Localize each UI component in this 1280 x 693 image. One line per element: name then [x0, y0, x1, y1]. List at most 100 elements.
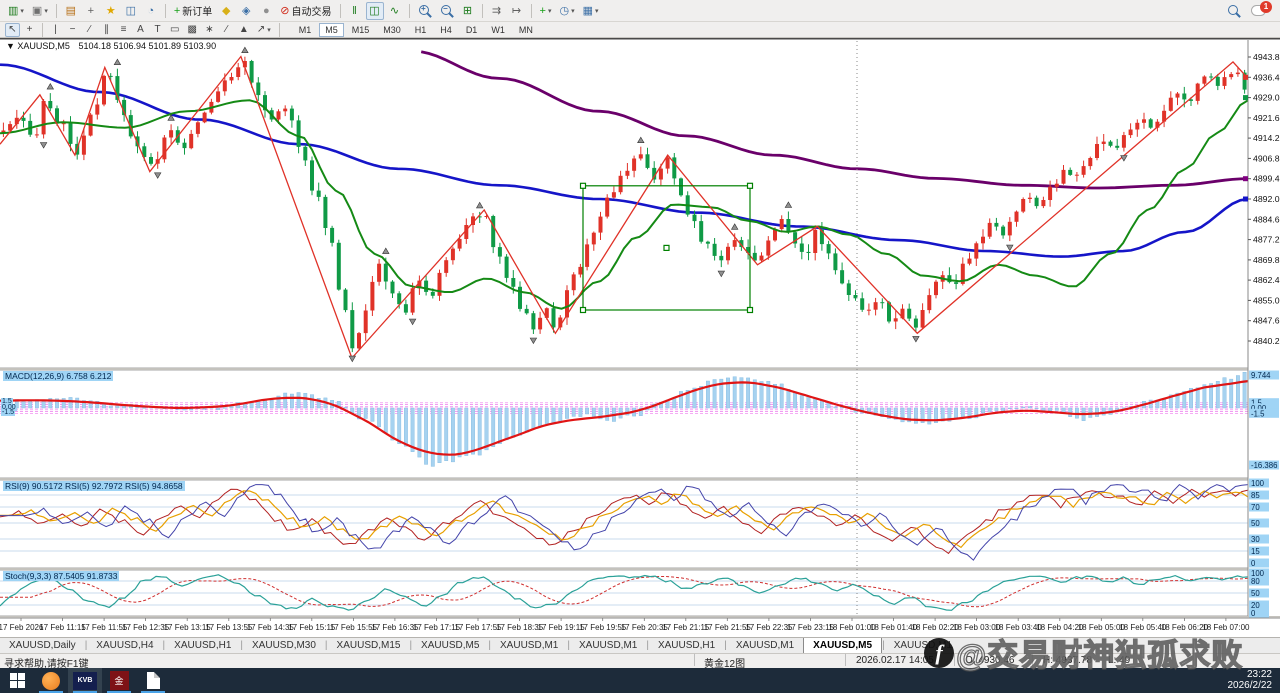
price-axis[interactable]: 4943.804936.404929.004921.604914.204906.… — [1243, 40, 1280, 618]
zoom-out-button[interactable]: − — [437, 2, 457, 20]
zoom-in-button[interactable]: + — [415, 2, 435, 20]
svg-text:4906.80: 4906.80 — [1253, 153, 1280, 163]
label-button[interactable]: T — [150, 23, 165, 37]
strategy-tester-button[interactable]: ◔ — [142, 2, 160, 20]
templates-dropdown-icon[interactable]: ▾ — [595, 7, 599, 15]
chart-area[interactable]: 4943.804936.404929.004921.604914.204906.… — [0, 38, 1280, 637]
cycle-lines-button[interactable]: ∗ — [202, 23, 217, 37]
svg-text:4855.00: 4855.00 — [1253, 295, 1280, 305]
chart-tab-6[interactable]: XAUUSD,M1 — [491, 638, 567, 653]
periods-dropdown-icon[interactable]: ▾ — [571, 7, 575, 15]
rsi-label[interactable]: RSI(9) 90.5172 RSI(5) 92.7972 RSI(5) 94.… — [3, 481, 185, 491]
chart-canvas[interactable]: 4943.804936.404929.004921.604914.204906.… — [0, 38, 1280, 642]
metaeditor-button[interactable]: ◆ — [217, 2, 235, 20]
expert-advisors-button[interactable]: ◈ — [237, 2, 255, 20]
svg-text:18 Feb 03:40: 18 Feb 03:40 — [995, 623, 1043, 632]
market-watch-button[interactable]: ▤ — [62, 2, 80, 20]
terminal-button[interactable]: ◫ — [122, 2, 140, 20]
svg-text:17 Feb 21:55: 17 Feb 21:55 — [704, 623, 752, 632]
text-button[interactable]: A — [133, 23, 148, 37]
market-watch-icon: ▤ — [66, 4, 76, 17]
timeframe-mn-button[interactable]: MN — [513, 23, 539, 37]
indicators-button[interactable]: +▾ — [537, 2, 555, 20]
toolbar-separator — [482, 4, 483, 18]
arrow-tools-dropdown-icon[interactable]: ▾ — [267, 26, 271, 34]
notification-badge: 1 — [1260, 1, 1272, 13]
chart-tab-4[interactable]: XAUUSD,M15 — [328, 638, 410, 653]
indicators-dropdown-icon[interactable]: ▾ — [548, 7, 552, 15]
timeframe-h1-button[interactable]: H1 — [409, 23, 433, 37]
chart-tab-8[interactable]: XAUUSD,H1 — [649, 638, 724, 653]
profiles-dropdown-icon[interactable]: ▾ — [44, 7, 48, 15]
toolbar-separator — [165, 4, 166, 18]
chart-shift-button[interactable]: ↦ — [508, 2, 526, 20]
chart-tab-0[interactable]: XAUUSD,Daily — [0, 638, 85, 653]
search-icon[interactable] — [1227, 4, 1241, 18]
svg-text:4869.80: 4869.80 — [1253, 255, 1280, 265]
triangle-button[interactable]: ▲ — [236, 23, 252, 37]
timeframe-m30-button[interactable]: M30 — [377, 23, 407, 37]
svg-text:17 Feb 17:55: 17 Feb 17:55 — [454, 623, 502, 632]
svg-text:17 Feb 11:15: 17 Feb 11:15 — [39, 623, 86, 632]
timeframe-m15-button[interactable]: M15 — [346, 23, 376, 37]
notifications-icon[interactable]: 1 — [1251, 5, 1266, 16]
auto-scroll-button[interactable]: ⇉ — [488, 2, 506, 20]
standard-toolbar: ▥▾▣▾▤+★◫◔+新订单◆◈●⊘自动交易‖◫∿+−⊞⇉↦+▾◷▾▦▾ 1 — [0, 0, 1280, 22]
autotrade-button[interactable]: ⊘自动交易 — [277, 2, 334, 20]
arrow-tools-button[interactable]: ↗▾ — [254, 23, 274, 37]
taskbar-app-kvb[interactable]: KVB — [68, 668, 102, 693]
taskbar-clock[interactable]: 23:22 2026/2/22 — [1228, 669, 1273, 691]
horizontal-line-button[interactable]: − — [65, 23, 80, 37]
data-window-icon: + — [88, 5, 94, 17]
profiles-button[interactable]: ▣▾ — [29, 2, 51, 20]
new-chart-button[interactable]: ▥▾ — [5, 2, 27, 20]
svg-text:50: 50 — [1251, 519, 1260, 528]
start-button[interactable] — [0, 668, 34, 693]
timeframe-w1-button[interactable]: W1 — [485, 23, 511, 37]
periods-button[interactable]: ◷▾ — [557, 2, 578, 20]
trendline-button[interactable]: ∕ — [82, 23, 97, 37]
stoch-label[interactable]: Stoch(9,3,3) 87.5405 91.8733 — [3, 571, 119, 581]
chart-tab-10[interactable]: XAUUSD,M5 — [803, 638, 882, 653]
chart-tab-5[interactable]: XAUUSD,M5 — [412, 638, 488, 653]
new-order-button[interactable]: +新订单 — [171, 2, 215, 20]
bar-chart-button[interactable]: ‖ — [346, 2, 364, 20]
taskbar-app-notepad[interactable] — [136, 668, 170, 693]
market-button[interactable]: ● — [257, 2, 275, 20]
chart-tab-9[interactable]: XAUUSD,M1 — [727, 638, 803, 653]
chart-tab-1[interactable]: XAUUSD,H4 — [87, 638, 162, 653]
shapes-button[interactable]: ▩ — [184, 23, 199, 37]
vertical-line-button[interactable]: | — [48, 23, 63, 37]
chart-tab-2[interactable]: XAUUSD,H1 — [165, 638, 240, 653]
tile-windows-button[interactable]: ⊞ — [459, 2, 477, 20]
zoom-in-icon: + — [418, 4, 432, 18]
status-open: O: 4930.46 — [965, 655, 1014, 666]
crosshair-button[interactable]: + — [22, 23, 37, 37]
toolbar-separator — [42, 23, 43, 37]
templates-button[interactable]: ▦▾ — [580, 2, 602, 20]
svg-text:85: 85 — [1251, 491, 1260, 500]
chart-tab-3[interactable]: XAUUSD,M30 — [243, 638, 325, 653]
timeframe-m1-button[interactable]: M1 — [293, 23, 318, 37]
svg-text:50: 50 — [1251, 589, 1260, 598]
regression-button[interactable]: ∕ — [219, 23, 234, 37]
cursor-button[interactable]: ↖ — [5, 23, 20, 37]
shapes-icon: ▩ — [187, 24, 196, 35]
data-window-button[interactable]: + — [82, 2, 100, 20]
timeframe-toolbar: M1M5M15M30H1H4D1W1MN — [292, 23, 540, 37]
candlestick-chart-button[interactable]: ◫ — [366, 2, 384, 20]
equidistant-channel-button[interactable]: ∥ — [99, 23, 114, 37]
macd-label[interactable]: MACD(12,26,9) 6.758 6.212 — [3, 371, 113, 381]
line-chart-button[interactable]: ∿ — [386, 2, 404, 20]
chart-tab-7[interactable]: XAUUSD,M1 — [570, 638, 646, 653]
chart-tab-11[interactable]: XAUUSD,M1 — [885, 638, 961, 653]
new-chart-dropdown-icon[interactable]: ▾ — [20, 7, 24, 15]
rectangle-button[interactable]: ▭ — [167, 23, 182, 37]
timeframe-m5-button[interactable]: M5 — [319, 23, 344, 37]
fibonacci-button[interactable]: ≡ — [116, 23, 131, 37]
timeframe-h4-button[interactable]: H4 — [434, 23, 458, 37]
navigator-button[interactable]: ★ — [102, 2, 120, 20]
taskbar-app-trading[interactable]: 金 — [102, 668, 136, 693]
timeframe-d1-button[interactable]: D1 — [460, 23, 484, 37]
taskbar-app-browser[interactable] — [34, 668, 68, 693]
